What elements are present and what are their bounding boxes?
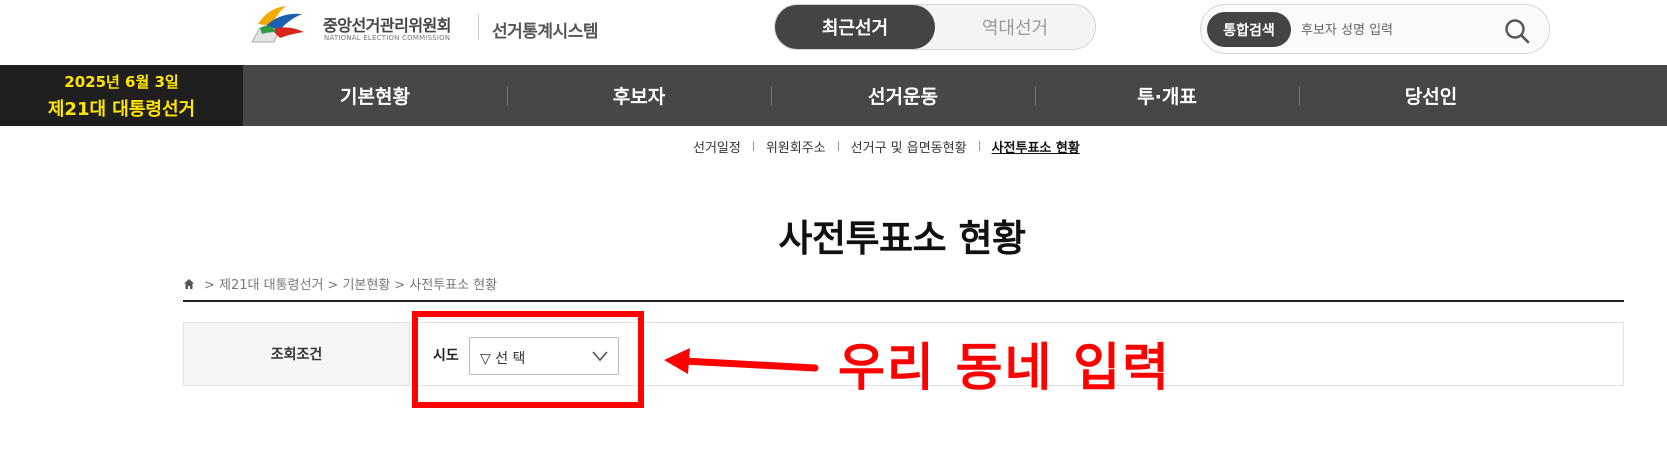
annotation-arrow-icon: [664, 348, 819, 374]
home-icon[interactable]: [183, 278, 195, 290]
election-date: 2025년 6월 3일: [64, 73, 179, 91]
nav-item-basic-status[interactable]: 기본현황: [243, 65, 507, 126]
candidate-search-input[interactable]: [1301, 15, 1491, 45]
annotation-text: 우리 동네 입력: [838, 339, 1172, 398]
nav-item-winners[interactable]: 당선인: [1299, 65, 1563, 126]
election-badge[interactable]: 2025년 6월 3일 제21대 대통령선거: [0, 65, 243, 126]
tab-districts[interactable]: 선거구 및 읍면동현황: [851, 137, 967, 156]
site-header: 중앙선거관리위원회 NATIONAL ELECTION COMMISSION 선…: [0, 0, 1667, 62]
nav-item-campaign[interactable]: 선거운동: [771, 65, 1035, 126]
tab-committee-address[interactable]: 위원회주소: [766, 137, 826, 156]
election-name: 제21대 대통령선거: [47, 99, 196, 120]
election-toggle: 최근선거 역대선거: [774, 4, 1096, 50]
tab-divider: [978, 141, 980, 151]
breadcrumb-item-election[interactable]: > 제21대 대통령선거: [204, 274, 323, 293]
main-nav: 2025년 6월 3일 제21대 대통령선거 기본현황 후보자 선거운동 투·개…: [0, 65, 1667, 126]
integrated-search-badge[interactable]: 통합검색: [1207, 12, 1291, 47]
org-name[interactable]: 중앙선거관리위원회: [323, 12, 451, 36]
nav-item-candidates[interactable]: 후보자: [507, 65, 771, 126]
tab-election-schedule[interactable]: 선거일정: [693, 137, 741, 156]
search-icon[interactable]: [1503, 17, 1531, 45]
past-elections-tab[interactable]: 역대선거: [935, 5, 1095, 49]
tab-divider: [837, 141, 839, 151]
logo-divider: [478, 14, 479, 40]
integrated-search: 통합검색: [1200, 4, 1550, 54]
tab-divider: [752, 141, 754, 151]
org-subtitle: NATIONAL ELECTION COMMISSION: [324, 34, 451, 42]
breadcrumb-rule: [183, 300, 1624, 302]
recent-elections-tab[interactable]: 최근선거: [775, 5, 935, 49]
tab-early-polling-stations[interactable]: 사전투표소 현황: [992, 137, 1080, 156]
breadcrumb-item-basic-status[interactable]: > 기본현황: [327, 274, 390, 293]
system-name[interactable]: 선거통계시스템: [492, 17, 598, 42]
breadcrumb: > 제21대 대통령선거 > 기본현황 > 사전투표소 현황: [183, 274, 497, 293]
query-section-label: 조회조건: [184, 323, 410, 385]
nec-logo-icon[interactable]: [246, 2, 312, 46]
sub-tabs: 선거일정 위원회주소 선거구 및 읍면동현황 사전투표소 현황: [693, 137, 1080, 156]
breadcrumb-item-current: > 사전투표소 현황: [394, 278, 498, 293]
nav-item-voting-counting[interactable]: 투·개표: [1035, 65, 1299, 126]
page-title: 사전투표소 현황: [778, 217, 1026, 260]
annotation-highlight-box: [412, 311, 644, 408]
